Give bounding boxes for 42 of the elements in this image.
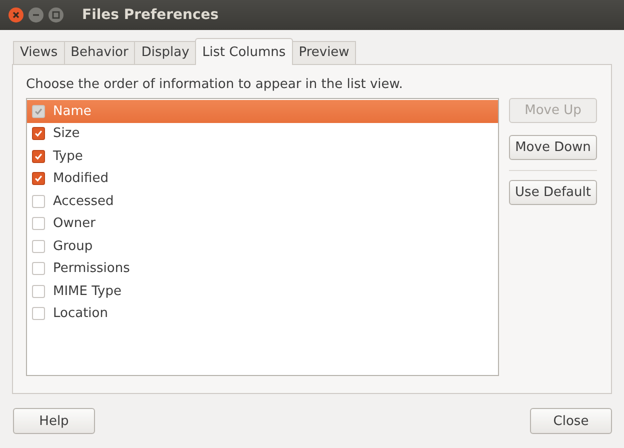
side-button[interactable]: Use Default bbox=[509, 180, 597, 205]
checkbox[interactable] bbox=[32, 150, 45, 163]
checkbox[interactable] bbox=[32, 127, 45, 140]
list-item[interactable]: Type bbox=[27, 145, 498, 168]
list-item[interactable]: Size bbox=[27, 122, 498, 145]
checkbox[interactable] bbox=[32, 194, 45, 208]
tab[interactable]: Behavior bbox=[64, 41, 136, 64]
list-item[interactable]: MIME Type bbox=[27, 280, 498, 302]
checkbox[interactable] bbox=[32, 284, 45, 298]
checkbox[interactable] bbox=[32, 240, 45, 253]
checkbox[interactable] bbox=[32, 172, 45, 186]
checkbox[interactable] bbox=[32, 307, 45, 320]
item-label: Location bbox=[53, 306, 108, 322]
checkbox[interactable] bbox=[32, 217, 45, 230]
minimize-icon[interactable] bbox=[28, 7, 44, 23]
item-label: Modified bbox=[53, 171, 108, 186]
item-label: Size bbox=[53, 126, 80, 142]
item-label: MIME Type bbox=[53, 284, 122, 299]
list-item[interactable]: Location bbox=[27, 302, 498, 325]
item-label: Group bbox=[53, 238, 93, 254]
dialog-button[interactable]: Help bbox=[13, 408, 95, 434]
maximize-icon[interactable] bbox=[48, 7, 64, 23]
item-label: Accessed bbox=[53, 194, 114, 209]
tab[interactable]: Preview bbox=[292, 41, 356, 64]
close-icon[interactable] bbox=[8, 7, 24, 23]
item-label: Permissions bbox=[53, 261, 130, 276]
checkbox[interactable] bbox=[32, 262, 45, 276]
item-label: Name bbox=[53, 104, 92, 119]
item-label: Owner bbox=[53, 216, 96, 232]
window-title: Files Preferences bbox=[82, 7, 219, 23]
tab[interactable]: Views bbox=[13, 41, 65, 64]
tab[interactable]: Display bbox=[134, 41, 196, 64]
list-item[interactable]: Group bbox=[27, 235, 498, 258]
side-button[interactable]: Move Down bbox=[509, 135, 597, 160]
list-item[interactable]: Accessed bbox=[27, 190, 498, 212]
list-item[interactable]: Owner bbox=[27, 212, 498, 235]
list-item[interactable]: Modified bbox=[27, 168, 498, 190]
dialog-button[interactable]: Close bbox=[530, 408, 612, 434]
tab[interactable]: List Columns bbox=[195, 38, 293, 65]
instruction-text: Choose the order of information to appear in the list view. bbox=[26, 77, 404, 92]
list-item[interactable]: Permissions bbox=[27, 258, 498, 280]
item-label: Type bbox=[53, 148, 83, 164]
